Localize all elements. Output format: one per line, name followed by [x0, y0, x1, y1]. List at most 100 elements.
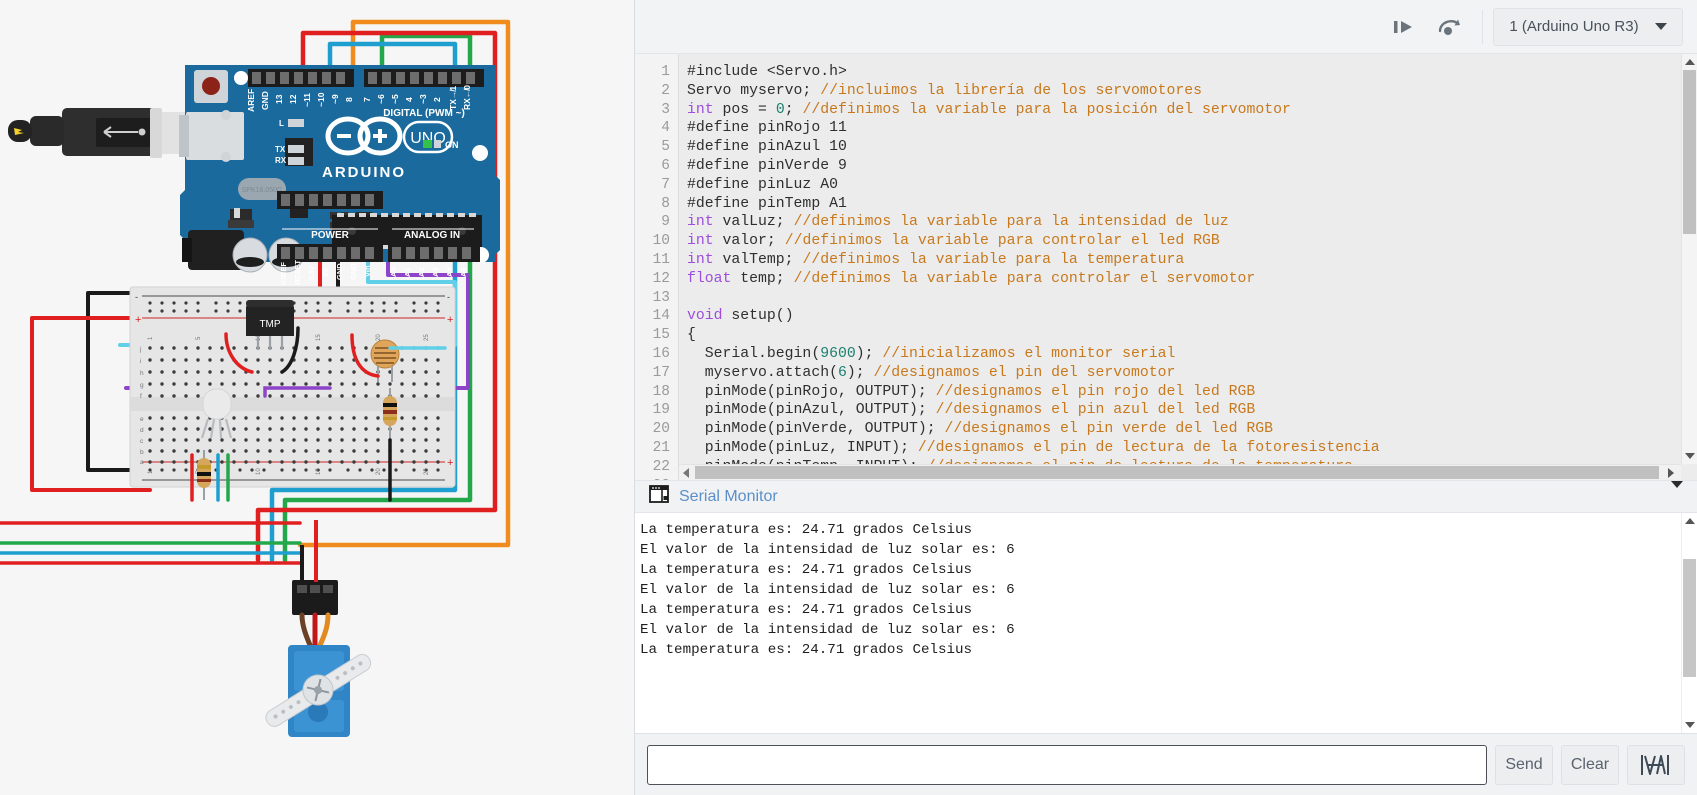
editor-horizontal-scrollbar[interactable] — [679, 464, 1681, 480]
code-line: void setup() — [687, 307, 1697, 326]
code-and-serial-pane: 1 (Arduino Uno R3) 1 2 3 4 5 6 7 8 9 10 11 12 13 14 15… — [634, 0, 1697, 795]
code-token: float — [687, 270, 732, 287]
code-token: #define pinVerde 9 — [687, 157, 847, 174]
line-number: 9 — [661, 214, 670, 231]
svg-text:SPK16.050G: SPK16.050G — [242, 187, 283, 194]
code-token: #define pinAzul 10 — [687, 139, 847, 156]
scroll-up-arrow-icon[interactable] — [1682, 54, 1697, 70]
serial-monitor-window-glyph — [649, 485, 669, 503]
code-line: pinMode(pinRojo, OUTPUT); //designamos e… — [687, 383, 1697, 402]
sm-scroll-down-arrow-icon[interactable] — [1682, 717, 1697, 733]
waveform-graph-icon — [1641, 754, 1669, 775]
code-token: //definimos la variable para controlar e… — [784, 233, 1220, 250]
debug-loop-icon[interactable] — [1430, 7, 1470, 47]
code-line: #include <Servo.h> — [687, 63, 1697, 82]
code-token: ); — [855, 345, 883, 362]
svg-text:g: g — [140, 382, 144, 389]
code-token: { — [687, 327, 696, 344]
svg-text:d: d — [140, 427, 144, 434]
line-number: 15 — [652, 327, 670, 344]
editor-vertical-scrollbar[interactable] — [1681, 54, 1697, 464]
svg-text:GND: GND — [349, 263, 358, 280]
serial-monitor-window-icon — [649, 485, 669, 508]
code-token: 6 — [837, 364, 847, 381]
circuit-canvas[interactable]: SPK16.050G AREF GND 13 12 ~11 ~10 ~9 8 7… — [0, 0, 634, 795]
debug-loop-glyph — [1438, 19, 1460, 35]
code-token: pinMode(pinLuz, INPUT); — [687, 439, 918, 456]
line-number: 5 — [661, 139, 670, 156]
svg-text:f: f — [140, 393, 142, 400]
code-token: valTemp; — [713, 251, 803, 268]
send-button[interactable]: Send — [1495, 744, 1553, 785]
line-number: 6 — [661, 157, 670, 174]
code-line: #define pinAzul 10 — [687, 138, 1697, 157]
svg-text:A3: A3 — [431, 267, 440, 277]
code-token: int — [687, 101, 714, 118]
code-text-area[interactable]: #include <Servo.h> Servo myservo; //inclu… — [679, 54, 1697, 480]
circuit-diagram-svg[interactable]: SPK16.050G AREF GND 13 12 ~11 ~10 ~9 8 7… — [0, 0, 634, 795]
code-token: pinMode(pinRojo, OUTPUT); — [687, 383, 936, 400]
line-number: 18 — [652, 383, 670, 400]
code-token: //inicializamos el monitor serial — [882, 345, 1176, 362]
svg-text:Vin: Vin — [363, 265, 372, 277]
serial-send-input[interactable] — [647, 744, 1487, 785]
code-token: //designamos el pin azul del led RGB — [935, 402, 1256, 419]
code-token: Serial.begin( — [687, 345, 821, 362]
svg-text:ON: ON — [445, 140, 459, 150]
sm-vscroll-thumb[interactable] — [1683, 559, 1696, 677]
serial-output-line: La temperatura es: 24.71 grados Celsius — [640, 602, 973, 618]
line-number: 11 — [652, 251, 670, 268]
code-token: //definimos la variable para la posición… — [802, 101, 1291, 118]
code-token: 9600 — [820, 345, 856, 362]
code-token: ; — [784, 101, 803, 118]
code-line: #define pinLuz A0 — [687, 176, 1697, 195]
code-line: Serial.begin(9600); //inicializamos el m… — [687, 345, 1697, 364]
editor-vscroll-thumb[interactable] — [1683, 70, 1696, 234]
svg-text:25: 25 — [424, 334, 430, 341]
serial-monitor-header[interactable]: Serial Monitor — [635, 480, 1697, 513]
serial-output-line: La temperatura es: 24.71 grados Celsius — [640, 562, 973, 578]
serial-monitor-output[interactable]: La temperatura es: 24.71 grados Celsius E… — [635, 513, 1697, 733]
svg-text:~9: ~9 — [330, 94, 340, 104]
line-number: 23 — [635, 477, 678, 480]
code-token: ); — [846, 364, 874, 381]
code-token: void — [687, 308, 723, 325]
editor-hscroll-thumb[interactable] — [695, 466, 1659, 479]
svg-text:RX↚0: RX↚0 — [462, 85, 472, 110]
serial-monitor-vertical-scrollbar[interactable] — [1681, 513, 1697, 733]
svg-text:DIGITAL (PWM ~): DIGITAL (PWM ~) — [383, 108, 465, 119]
waveform-graph-button[interactable] — [1627, 744, 1685, 785]
board-selector[interactable]: 1 (Arduino Uno R3) — [1493, 7, 1683, 46]
scroll-down-arrow-icon[interactable] — [1682, 448, 1697, 464]
code-token: temp; — [731, 270, 794, 287]
code-editor[interactable]: 1234567891011121314151617181920212223 #i… — [635, 54, 1697, 480]
svg-text:TX: TX — [275, 145, 286, 154]
clear-button[interactable]: Clear — [1561, 744, 1619, 785]
line-number: 10 — [652, 233, 670, 250]
svg-text:A0: A0 — [389, 267, 398, 277]
svg-text:3.3V: 3.3V — [307, 266, 316, 281]
serial-monitor-collapse-icon[interactable] — [1671, 480, 1683, 506]
code-token: #define pinLuz A0 — [687, 176, 838, 193]
serial-output-line: El valor de la intensidad de luz solar e… — [640, 622, 1015, 638]
scroll-right-arrow-icon[interactable] — [1661, 467, 1681, 478]
svg-text:IOREF: IOREF — [279, 262, 288, 285]
svg-text:GND: GND — [260, 91, 270, 110]
svg-text:8: 8 — [344, 97, 354, 102]
svg-text:e: e — [140, 416, 144, 423]
svg-text:15: 15 — [316, 468, 322, 475]
tinkercad-circuits-app: SPK16.050G AREF GND 13 12 ~11 ~10 ~9 8 7… — [0, 0, 1697, 795]
code-line: Servo myservo; //incluimos la librería d… — [687, 82, 1697, 101]
line-number: 22 — [652, 458, 670, 475]
svg-text:ARDUINO: ARDUINO — [322, 164, 406, 181]
step-forward-icon[interactable] — [1384, 7, 1424, 47]
code-token: valLuz; — [713, 214, 794, 231]
code-token: //definimos la variable para controlar e… — [793, 270, 1256, 287]
serial-monitor-lines: La temperatura es: 24.71 grados Celsius E… — [635, 513, 1681, 733]
line-number: 1 — [661, 64, 670, 80]
sm-scroll-up-arrow-icon[interactable] — [1682, 513, 1697, 529]
scroll-left-arrow-icon[interactable] — [679, 467, 693, 478]
line-number: 20 — [652, 421, 670, 438]
svg-text:A5: A5 — [459, 267, 468, 277]
